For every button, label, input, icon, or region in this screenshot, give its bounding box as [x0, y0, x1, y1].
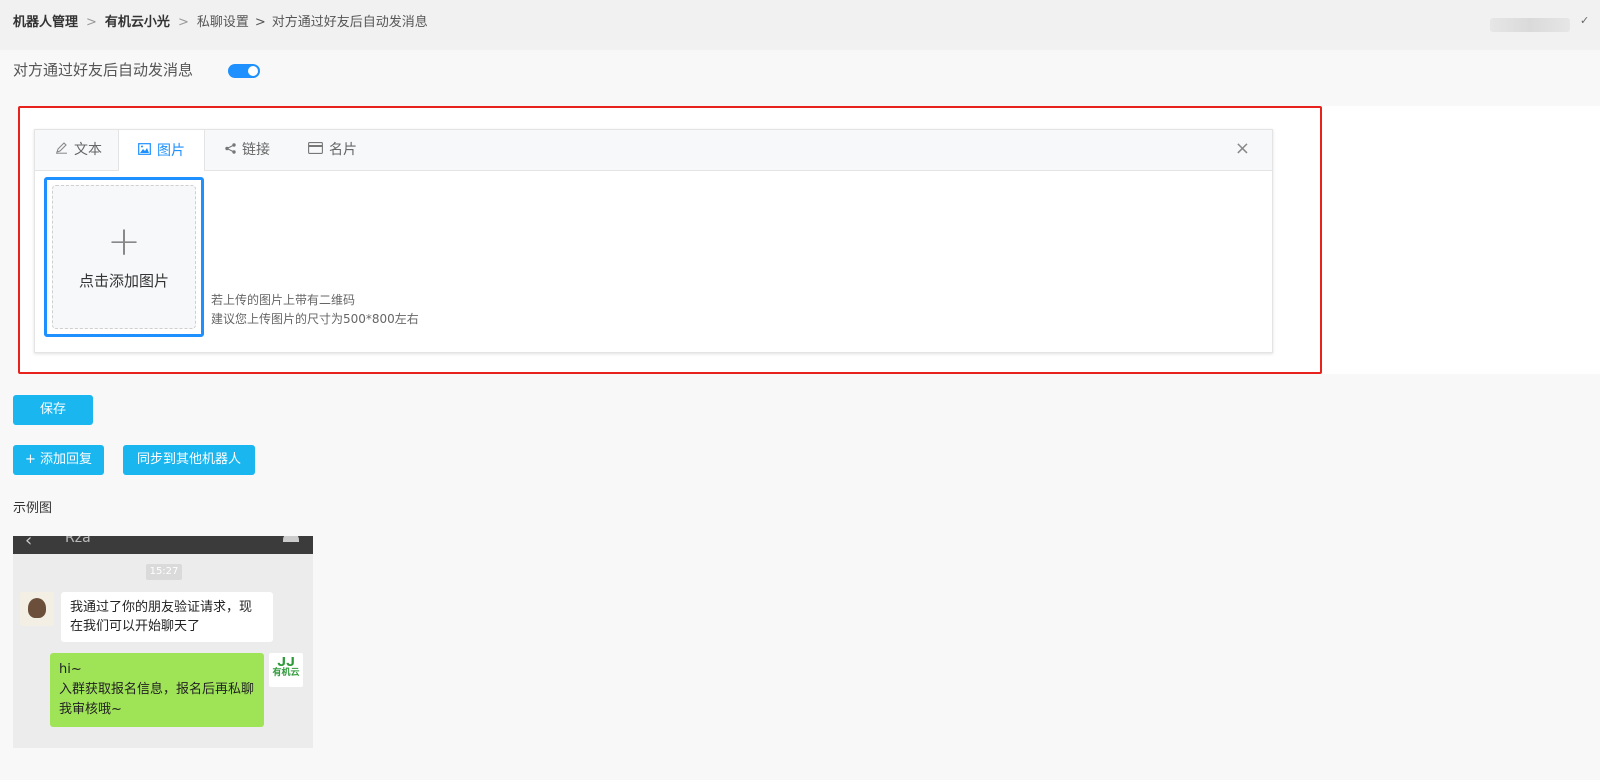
tab-label: 文本 [74, 142, 102, 158]
breadcrumb-separator: > [177, 15, 189, 30]
tab-image[interactable]: 图片 [118, 130, 205, 171]
add-image-label: 点击添加图片 [78, 272, 169, 290]
outgoing-message: hi~ 入群获取报名信息，报名后再私聊我审核哦~ [50, 653, 264, 727]
tab-label: 名片 [329, 142, 357, 158]
tab-card[interactable]: 名片 [308, 130, 357, 170]
close-icon[interactable]: × [1235, 139, 1250, 159]
logo-icon: ᒍᒍ [277, 655, 295, 669]
add-image-button[interactable]: + 点击添加图片 [44, 177, 204, 337]
chat-timestamp: 15:27 [146, 564, 182, 580]
person-icon [283, 536, 299, 542]
chat-title: Rza [65, 536, 91, 546]
logo-text: 有机云 [272, 668, 300, 678]
save-button[interactable]: 保存 [13, 395, 93, 425]
example-image: ‹ Rza 15:27 我通过了你的朋友验证请求，现在我们可以开始聊天了 hi~… [13, 536, 313, 748]
toggle-knob [248, 66, 258, 76]
auto-message-toggle[interactable] [228, 64, 260, 78]
image-icon [138, 131, 151, 171]
avatar [20, 592, 54, 626]
caret-down-icon[interactable]: ✓ [1580, 14, 1589, 27]
user-account-blurred[interactable] [1490, 18, 1570, 32]
tab-link[interactable]: 链接 [225, 130, 270, 170]
example-label: 示例图 [13, 501, 53, 516]
youjiyun-logo-avatar: ᒍᒍ 有机云 [269, 653, 303, 687]
tab-text[interactable]: 文本 [55, 130, 102, 170]
pencil-icon [55, 130, 68, 170]
incoming-message: 我通过了你的朋友验证请求，现在我们可以开始聊天了 [61, 592, 273, 642]
upload-hint-qrcode: 若上传的图片上带有二维码 [211, 293, 356, 307]
breadcrumb-separator: > [254, 15, 266, 30]
share-icon [225, 130, 236, 170]
editor-tabs: 文本 图片 链接 名片 × [35, 130, 1272, 171]
breadcrumb-robot-name[interactable]: 有机云小光 [105, 15, 170, 30]
tab-label: 链接 [242, 142, 270, 158]
tab-label: 图片 [157, 142, 185, 159]
plus-icon: + [107, 219, 141, 265]
message-editor: 文本 图片 链接 名片 × + 点击添加图片 若上传的图片上带有二维码 建议您上… [34, 129, 1273, 353]
outgoing-message-line: hi~ [59, 662, 82, 677]
sync-to-robots-button[interactable]: 同步到其他机器人 [123, 445, 255, 475]
card-icon [308, 130, 323, 170]
upload-hint-size: 建议您上传图片的尺寸为500*800左右 [211, 312, 419, 326]
breadcrumb-private-chat-settings[interactable]: 私聊设置 [197, 15, 249, 30]
breadcrumb-robot-management[interactable]: 机器人管理 [13, 15, 78, 30]
breadcrumb-current-page: 对方通过好友后自动发消息 [271, 15, 428, 30]
back-icon: ‹ [25, 536, 33, 551]
breadcrumb-separator: > [86, 15, 97, 30]
add-reply-button[interactable]: + 添加回复 [13, 445, 104, 475]
auto-message-toggle-label: 对方通过好友后自动发消息 [13, 61, 194, 79]
phone-header: ‹ Rza [13, 536, 313, 554]
outgoing-message-line: 入群获取报名信息，报名后再私聊我审核哦~ [59, 682, 255, 717]
breadcrumb: 机器人管理 > 有机云小光 > 私聊设置 > 对方通过好友后自动发消息 [13, 14, 428, 32]
upload-dropzone[interactable]: + 点击添加图片 [52, 185, 196, 329]
top-bar: 机器人管理 > 有机云小光 > 私聊设置 > 对方通过好友后自动发消息 ✓ [0, 0, 1600, 50]
